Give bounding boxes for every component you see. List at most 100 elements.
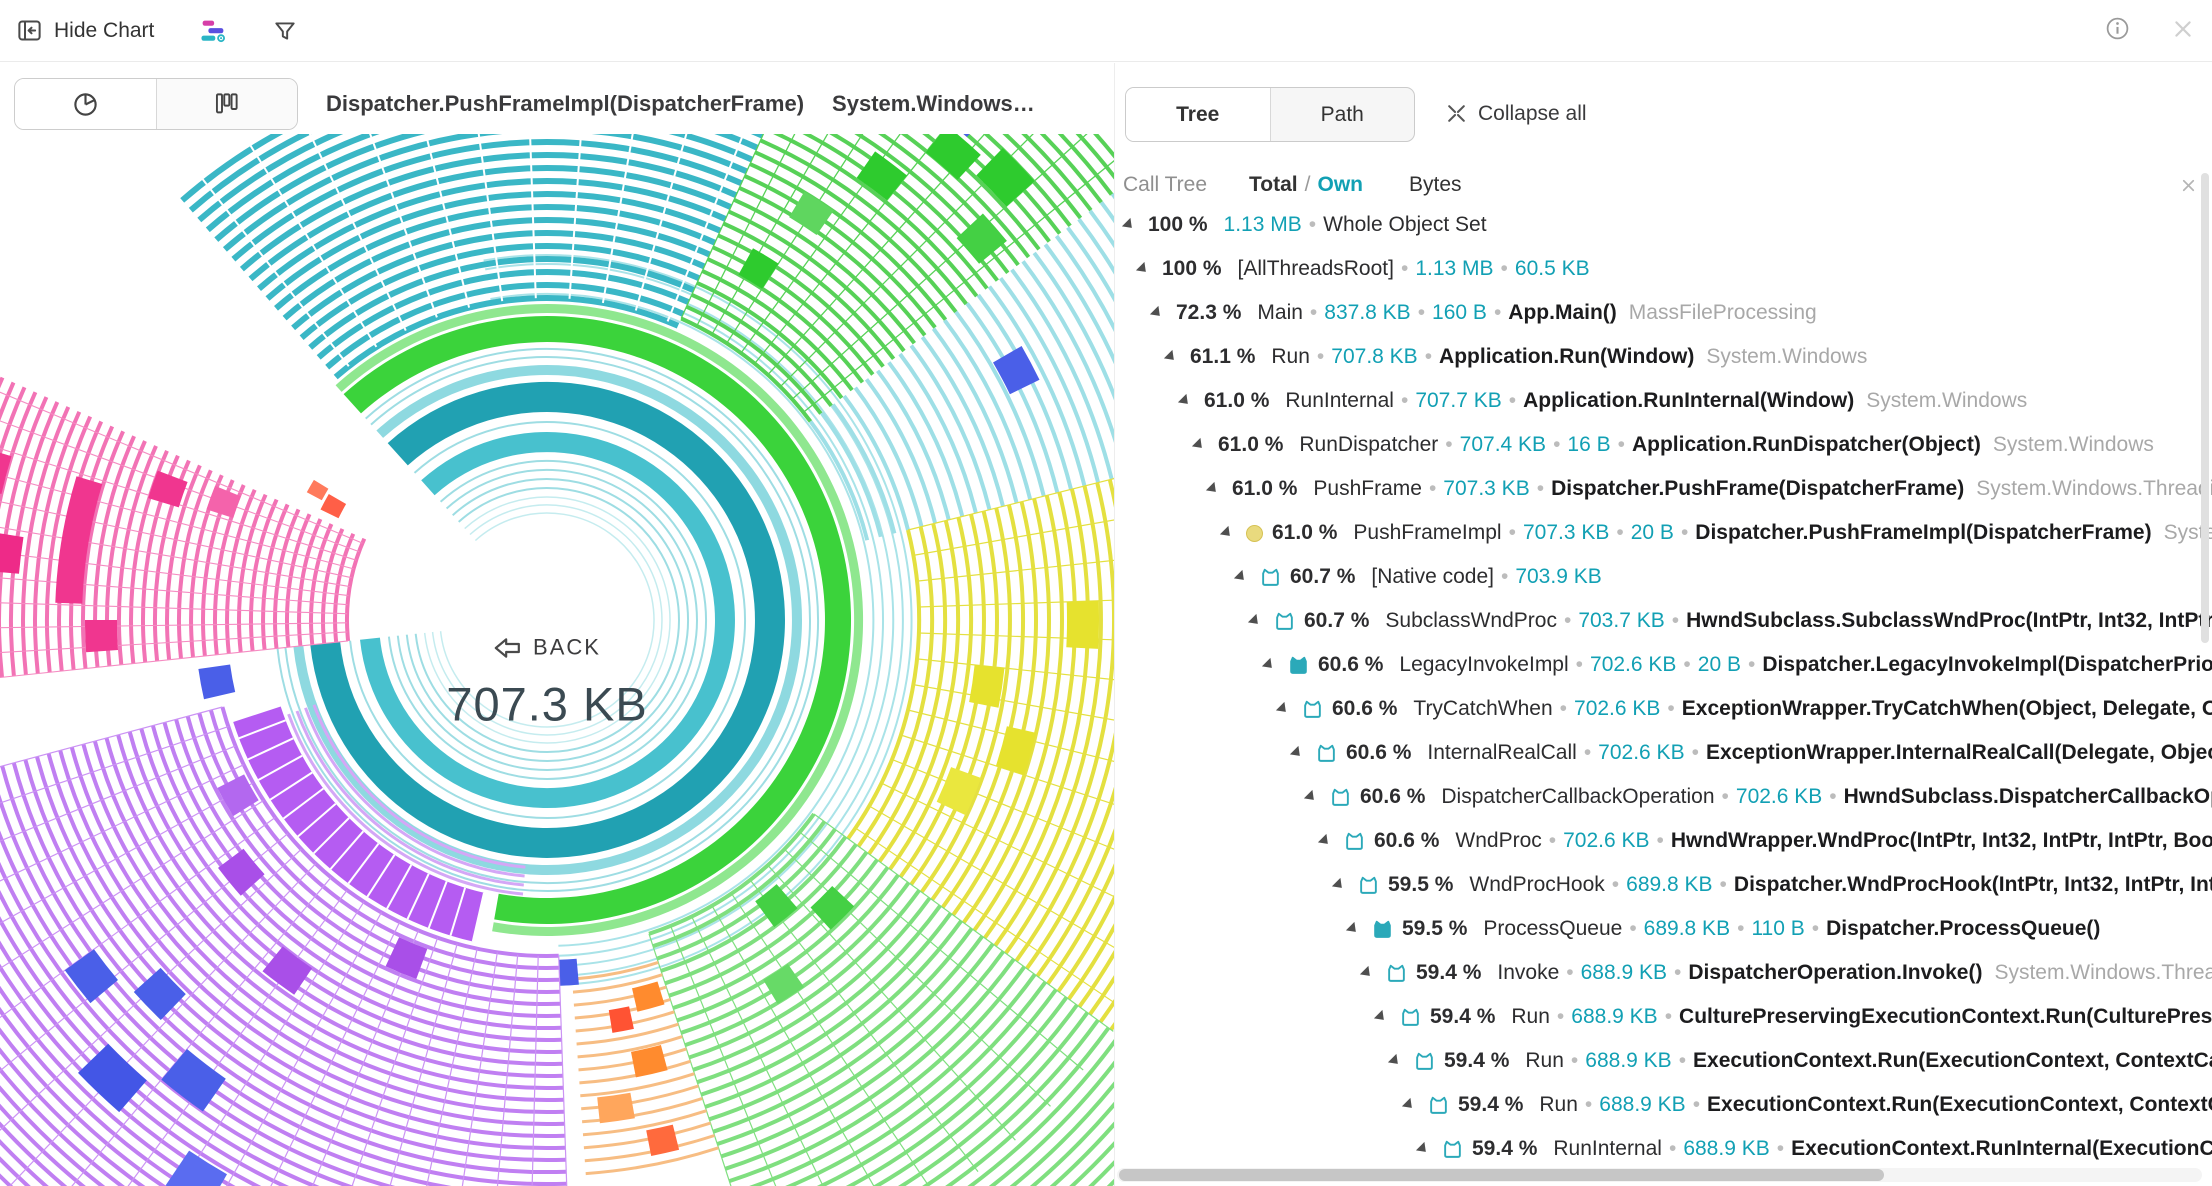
bars-view-button[interactable] [156,79,298,129]
row-separator: • [1674,961,1681,985]
expand-arrow[interactable] [1388,1054,1402,1068]
expand-arrow[interactable] [1122,218,1136,232]
row-size: 688.9 KB [1581,961,1667,985]
tree-row[interactable]: 61.0 %RunInternal•707.7 KB•Application.R… [1115,379,2212,423]
row-method: Application.Run(Window) [1439,345,1694,369]
row-size: 110 B [1751,917,1804,941]
row-method: App.Main() [1508,301,1616,325]
tree-row[interactable]: 61.1 %Run•707.8 KB•Application.Run(Windo… [1115,335,2212,379]
row-method: CulturePreservingExecutionContext.Run(Cu… [1679,1005,2212,1029]
tree-row[interactable]: 59.5 %ProcessQueue•689.8 KB•110 B•Dispat… [1115,907,2212,951]
horizontal-scrollbar[interactable] [1117,1168,2202,1182]
tree-row[interactable]: 60.7 %SubclassWndProc•703.7 KB•HwndSubcl… [1115,599,2212,643]
expand-arrow[interactable] [1136,262,1150,276]
selected-frame-namespace: System.Windows… [832,91,1035,117]
chart-center: BACK 707.3 KB [446,635,647,732]
tree-row[interactable]: 60.6 %LegacyInvokeImpl•702.6 KB•20 B•Dis… [1115,643,2212,687]
memory-view-icon[interactable] [198,17,228,45]
row-percent: 60.6 % [1360,785,1425,809]
row-percent: 59.5 % [1388,873,1453,897]
row-separator: • [1618,433,1625,457]
back-button[interactable]: BACK [493,635,601,661]
row-namespace: System.Windows [1993,433,2154,457]
close-icon[interactable] [2172,18,2194,45]
tree-row[interactable]: 100 %[AllThreadsRoot]•1.13 MB•60.5 KB [1115,247,2212,291]
tree-row[interactable]: 60.6 %DispatcherCallbackOperation•702.6 … [1115,775,2212,819]
vertical-scrollbar-thumb[interactable] [2201,173,2209,643]
expand-arrow[interactable] [1346,922,1360,936]
row-size: 688.9 KB [1683,1137,1769,1161]
row-percent: 61.0 % [1204,389,1269,413]
row-separator: • [1553,433,1560,457]
method-icon [1386,963,1407,983]
row-separator: • [1679,1049,1686,1073]
expand-arrow[interactable] [1150,306,1164,320]
row-size: 703.9 KB [1515,565,1601,589]
expand-arrow[interactable] [1374,1010,1388,1024]
tree-row[interactable]: 59.4 %Run•688.9 KB•ExecutionContext.Run(… [1115,1083,2212,1127]
tree-row[interactable]: 61.0 %PushFrame•707.3 KB•Dispatcher.Push… [1115,467,2212,511]
column-total[interactable]: Total [1249,173,1298,197]
row-separator: • [1584,741,1591,765]
tree-row[interactable]: 60.6 %InternalRealCall•702.6 KB•Exceptio… [1115,731,2212,775]
tab-path[interactable]: Path [1270,88,1415,141]
row-size: 702.6 KB [1736,785,1822,809]
row-method: Dispatcher.ProcessQueue() [1826,917,2100,941]
sunburst-view-button[interactable] [15,79,156,129]
expand-arrow[interactable] [1248,614,1262,628]
row-percent: 100 % [1148,213,1208,237]
tab-tree[interactable]: Tree [1126,88,1270,141]
collapse-all-icon [1445,102,1468,125]
expand-arrow[interactable] [1416,1142,1430,1156]
expand-arrow[interactable] [1318,834,1332,848]
tree-row[interactable]: 61.0 %PushFrameImpl•707.3 KB•20 B•Dispat… [1115,511,2212,555]
horizontal-scrollbar-thumb[interactable] [1119,1169,1884,1181]
tree-row[interactable]: 72.3 %Main•837.8 KB•160 B•App.Main()Mass… [1115,291,2212,335]
expand-arrow[interactable] [1206,482,1220,496]
close-tree-header-icon[interactable] [2179,176,2198,195]
expand-arrow[interactable] [1304,790,1318,804]
tree-row[interactable]: 59.4 %Invoke•688.9 KB•DispatcherOperatio… [1115,951,2212,995]
row-separator: • [1748,653,1755,677]
expand-arrow[interactable] [1220,526,1234,540]
info-icon[interactable] [2105,16,2130,46]
chart-view-switcher [14,78,298,130]
hide-chart-button[interactable]: Hide Chart [16,17,154,44]
expand-arrow[interactable] [1290,746,1304,760]
collapse-all-button[interactable]: Collapse all [1445,87,1587,140]
expand-arrow[interactable] [1234,570,1248,584]
row-separator: • [1401,257,1408,281]
method-icon [1358,875,1379,895]
tree-row[interactable]: 59.4 %Run•688.9 KB•CulturePreservingExec… [1115,995,2212,1039]
tree-row[interactable]: 60.7 %[Native code]•703.9 KB [1115,555,2212,599]
method-icon [1414,1051,1435,1071]
row-method: Application.RunDispatcher(Object) [1632,433,1981,457]
tree-row[interactable]: 61.0 %RunDispatcher•707.4 KB•16 B•Applic… [1115,423,2212,467]
tree-row[interactable]: 60.6 %WndProc•702.6 KB•HwndWrapper.WndPr… [1115,819,2212,863]
filter-icon[interactable] [272,18,298,44]
tree-row[interactable]: 60.6 %TryCatchWhen•702.6 KB•ExceptionWra… [1115,687,2212,731]
expand-arrow[interactable] [1164,350,1178,364]
expand-arrow[interactable] [1360,966,1374,980]
expand-arrow[interactable] [1192,438,1206,452]
column-bytes[interactable]: Bytes [1409,173,1462,197]
row-separator: • [1672,609,1679,633]
tree-row[interactable]: 59.5 %WndProcHook•689.8 KB•Dispatcher.Wn… [1115,863,2212,907]
tree-row[interactable]: 100 %1.13 MB•Whole Object Set [1115,203,2212,247]
row-size: 16 B [1567,433,1610,457]
row-name: RunDispatcher [1299,433,1438,457]
expand-arrow[interactable] [1402,1098,1416,1112]
expand-arrow[interactable] [1276,702,1290,716]
row-size: 702.6 KB [1598,741,1684,765]
tree-row[interactable]: 59.4 %RunInternal•688.9 KB•ExecutionCont… [1115,1127,2212,1164]
row-size: 688.9 KB [1585,1049,1671,1073]
row-size: 702.6 KB [1590,653,1676,677]
tree-row[interactable]: 59.4 %Run•688.9 KB•ExecutionContext.Run(… [1115,1039,2212,1083]
method-icon [1260,567,1281,587]
expand-arrow[interactable] [1262,658,1276,672]
hide-chart-label: Hide Chart [54,19,154,43]
row-percent: 59.4 % [1444,1049,1509,1073]
expand-arrow[interactable] [1178,394,1192,408]
column-own[interactable]: Own [1317,173,1363,197]
expand-arrow[interactable] [1332,878,1346,892]
